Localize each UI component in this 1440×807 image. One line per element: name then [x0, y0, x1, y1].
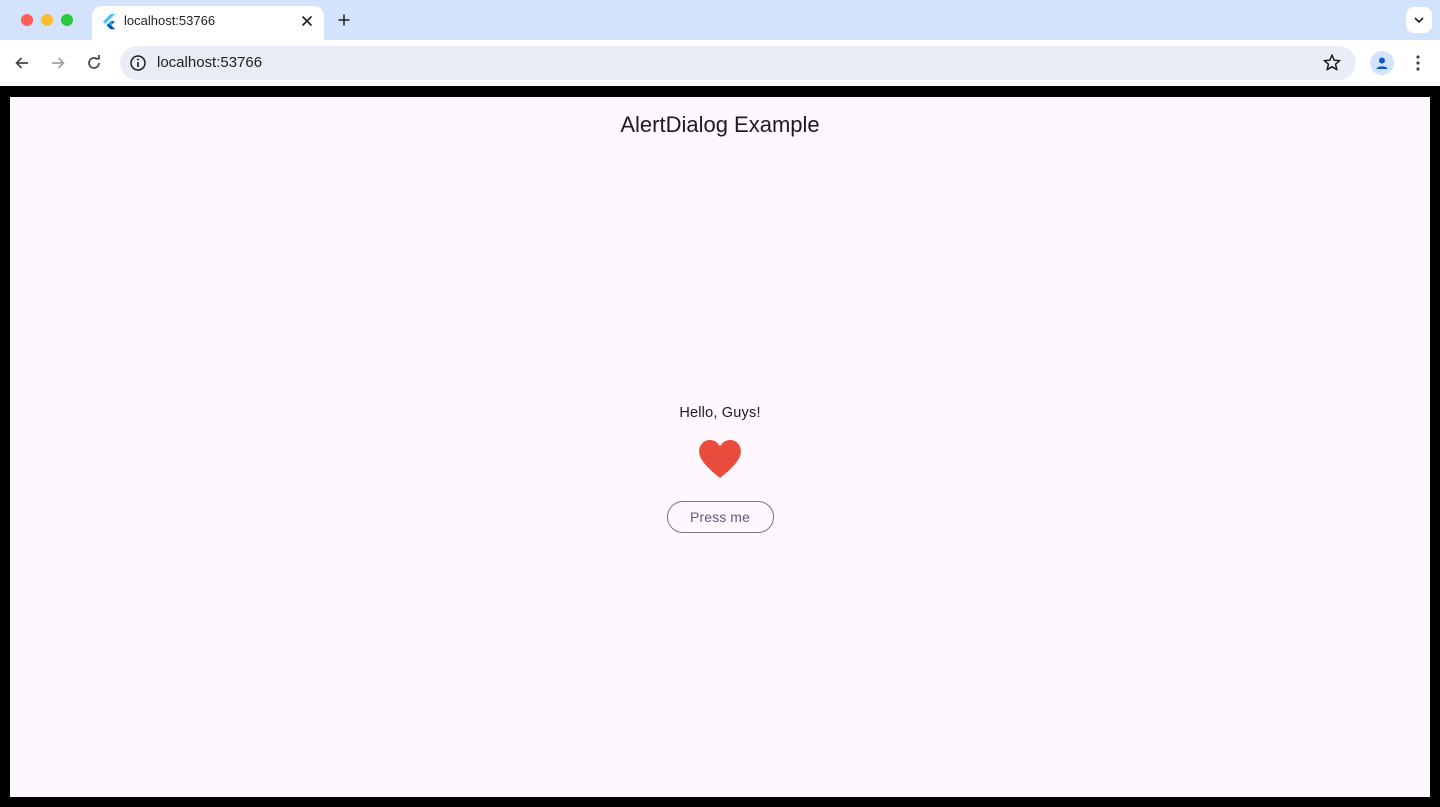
minimize-window-button[interactable]	[41, 14, 53, 26]
page-title: AlertDialog Example	[620, 112, 820, 137]
reload-icon[interactable]	[82, 51, 106, 75]
main-content: Hello, Guys! Press me	[10, 403, 1430, 533]
maximize-window-button[interactable]	[61, 14, 73, 26]
heart-icon	[699, 440, 741, 478]
close-window-button[interactable]	[21, 14, 33, 26]
greeting-text: Hello, Guys!	[679, 405, 761, 421]
close-icon[interactable]	[298, 12, 316, 30]
page-viewport: AlertDialog Example Hello, Guys! Press m…	[10, 97, 1430, 797]
plus-icon[interactable]	[333, 9, 355, 31]
browser-toolbar: localhost:53766	[0, 40, 1440, 86]
forward-arrow-icon[interactable]	[46, 51, 70, 75]
tab-strip: localhost:53766	[0, 0, 1440, 40]
url-text[interactable]: localhost:53766	[157, 54, 262, 72]
flutter-logo-icon	[103, 14, 116, 30]
star-icon[interactable]	[1322, 53, 1342, 73]
address-bar[interactable]: localhost:53766	[120, 46, 1356, 80]
more-vert-icon[interactable]	[1406, 51, 1430, 75]
tab-title: localhost:53766	[124, 13, 216, 28]
chevron-down-icon[interactable]	[1406, 7, 1432, 33]
press-me-button[interactable]: Press me	[666, 501, 774, 533]
heart-shape	[699, 440, 741, 478]
browser-tab[interactable]: localhost:53766	[92, 6, 324, 40]
profile-icon[interactable]	[1370, 51, 1394, 75]
info-icon[interactable]	[129, 54, 147, 72]
back-arrow-icon[interactable]	[10, 51, 34, 75]
